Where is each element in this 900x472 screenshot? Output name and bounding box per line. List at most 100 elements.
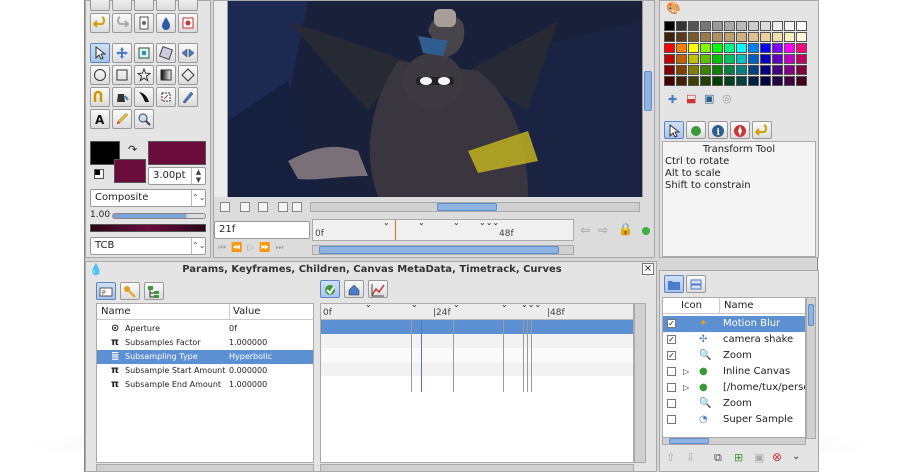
palette-swatch[interactable] [796,76,807,86]
prev-keyframe-icon[interactable]: ⇦ [580,223,590,237]
timetrack-hscrollbar[interactable] [320,464,634,472]
palette-swatch[interactable] [724,21,735,31]
palette-swatch[interactable] [784,43,795,53]
spline-tool-button[interactable] [90,87,110,107]
palette-swatch[interactable] [736,76,747,86]
canvas-vscrollbar[interactable] [642,1,654,197]
palette-swatch[interactable] [664,21,675,31]
layer-row[interactable]: ✓ ✣ camera shake [663,332,805,348]
sketch-tool-button[interactable] [112,109,132,129]
timetrack-ruler[interactable]: 0f |24f |48f ⌄ ⌄ ⌄ ⌄ ⌄⌄⌄ [321,300,633,320]
lock-icon[interactable]: 🔒 [618,222,633,236]
palette-swatch[interactable] [736,54,747,64]
palette-swatch[interactable] [760,21,771,31]
lower-layer-icon[interactable]: ⇩ [686,451,695,464]
keyframe-marker-icon[interactable]: ⌄ [365,300,372,309]
blend-method-select[interactable]: Composite ⌃⌄ [90,189,206,207]
toggle-snap-button[interactable] [240,202,250,212]
delete-layer-icon[interactable]: ⊗ [772,450,782,464]
palette-swatch[interactable] [700,32,711,42]
palette-swatch[interactable] [784,32,795,42]
palette-swatch[interactable] [748,32,759,42]
transform-tool-button[interactable] [90,43,110,63]
palette-swatch[interactable] [748,43,759,53]
palette-swatch[interactable] [772,54,783,64]
setup-button[interactable] [134,13,154,33]
tab-children[interactable] [144,282,164,300]
keyframe-marker-icon[interactable]: ⌄ [418,218,425,227]
palette-swatch[interactable] [676,65,687,75]
palette-swatch[interactable] [676,32,687,42]
palette-swatch[interactable] [736,65,747,75]
fill-tool-button[interactable] [112,87,132,107]
amount-slider[interactable] [112,213,206,219]
palette-swatch[interactable] [688,32,699,42]
palette-swatch[interactable] [772,21,783,31]
palette-swatch[interactable] [724,32,735,42]
layer-visibility-checkbox[interactable] [667,415,676,424]
gradient-tool-button[interactable] [156,65,176,85]
keyframe-marker-icon[interactable]: ⌄ [383,218,390,227]
param-value[interactable]: Hyperbolic [229,350,272,364]
layer-visibility-checkbox[interactable] [667,383,676,392]
palette-swatch[interactable] [736,32,747,42]
palette-swatch[interactable] [688,65,699,75]
palette-swatch[interactable] [712,21,723,31]
layer-row[interactable]: 🔍 Zoom [663,396,805,412]
palette-swatch[interactable] [784,76,795,86]
tab-curves[interactable] [368,280,388,298]
layer-visibility-checkbox[interactable]: ✓ [667,319,676,328]
preview-button[interactable] [178,13,198,33]
width-spin-icon[interactable]: ▲ ▼ [191,168,205,184]
param-value[interactable]: 1.000000 [229,336,267,350]
timebar[interactable]: 0f 48f ⌄ ⌄ ⌄ ⌄⌄⌄ [312,218,574,241]
text-tool-button[interactable]: A [90,109,110,129]
star-tool-button[interactable] [134,65,154,85]
timetrack-vscrollbar[interactable] [634,303,646,463]
rotate-tool-button[interactable] [156,43,176,63]
palette-swatch[interactable] [772,65,783,75]
param-row[interactable]: π Subsample Start Amount 0.000000 [97,364,313,378]
palette-swatch[interactable] [700,65,711,75]
palette-swatch[interactable] [736,43,747,53]
palette-swatch[interactable] [736,21,747,31]
timetrack-selected-row[interactable] [321,320,633,334]
param-value[interactable]: 1.000000 [229,378,267,392]
tab-params[interactable]: P [96,282,116,300]
palette-swatch[interactable] [700,54,711,64]
next-keyframe-icon[interactable]: ⇨ [598,223,608,237]
palette-swatch[interactable] [664,43,675,53]
raise-layer-icon[interactable]: ⇧ [666,451,675,464]
canvas-viewport[interactable] [228,1,642,197]
fill-color-swatch[interactable] [114,159,146,183]
palette-swatch[interactable] [712,43,723,53]
keyframe-marker-icon[interactable]: ⌄⌄⌄ [479,218,499,227]
layer-row[interactable]: ◔ Super Sample [663,412,805,428]
redo-button[interactable] [112,13,132,33]
col-value-header[interactable]: Value [229,304,260,319]
palette-swatch[interactable] [724,54,735,64]
layers-vscroll-thumb[interactable] [808,304,814,326]
palette-swatch[interactable] [712,32,723,42]
palette-swatch[interactable] [784,54,795,64]
expander-icon[interactable]: ▷ [683,364,689,380]
tab-sound[interactable] [752,121,772,139]
layer-row[interactable]: ✓ 🔍 Zoom [663,348,805,364]
close-icon[interactable]: × [642,263,654,275]
tab-tool-options[interactable] [664,121,684,139]
tab-history[interactable] [686,121,706,139]
palette-swatch[interactable] [664,54,675,64]
palette-swatch[interactable] [700,76,711,86]
palette-swatch[interactable] [724,43,735,53]
palette-swatch[interactable] [760,76,771,86]
time-scrollbar[interactable] [312,245,574,255]
circle-tool-button[interactable] [90,65,110,85]
palette-swatch[interactable] [748,65,759,75]
layer-visibility-checkbox[interactable]: ✓ [667,335,676,344]
layers-vscrollbar[interactable] [806,297,816,439]
timetrack-area[interactable]: 0f |24f |48f ⌄ ⌄ ⌄ ⌄ ⌄⌄⌄ [320,300,634,463]
rectangle-tool-button[interactable] [112,65,132,85]
set-param-icon[interactable]: ▣ [754,451,764,464]
undo-button[interactable] [90,13,110,33]
time-cursor[interactable] [395,220,396,240]
